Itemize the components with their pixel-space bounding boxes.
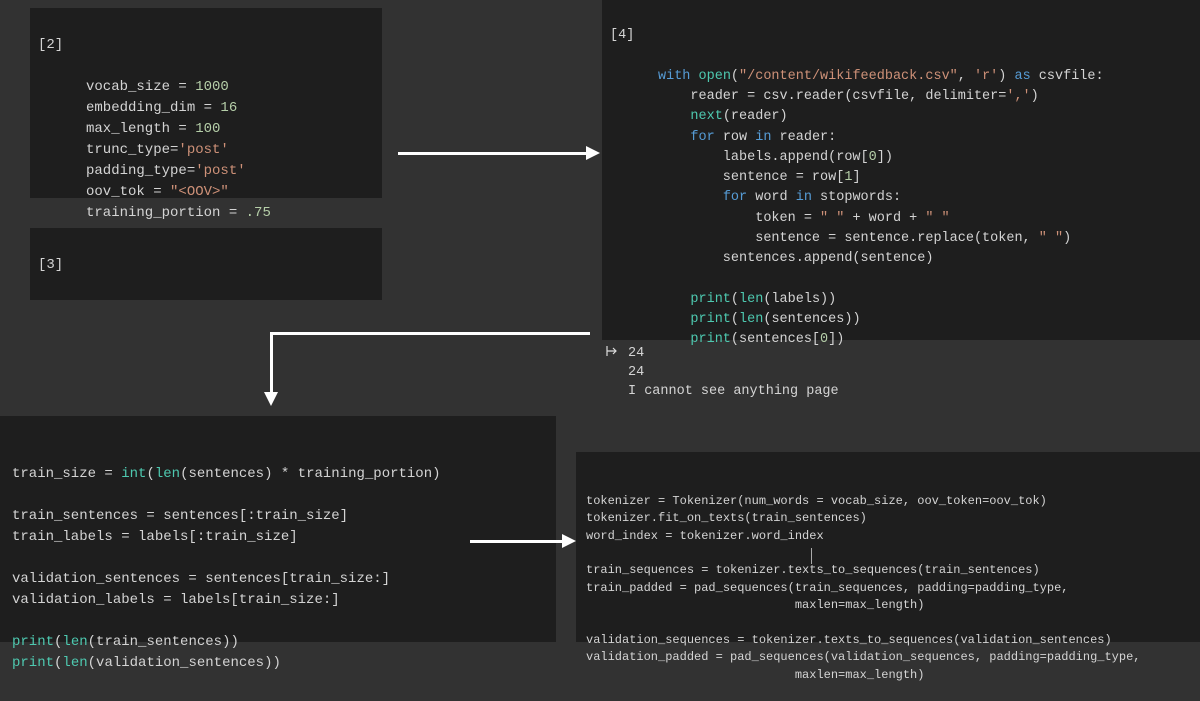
code-cell-3[interactable]: [3] sentences = []labels = []stopwords =…: [30, 228, 382, 300]
cell-output-4: 24 24 I cannot see anything page: [606, 345, 1200, 410]
text-cursor: [811, 548, 812, 564]
code-cell-train[interactable]: train_size = int(len(sentences) * traini…: [0, 416, 556, 642]
code-cell-4[interactable]: [4] with open("/content/wikifeedback.csv…: [602, 0, 1200, 340]
code-cell-2[interactable]: [2] vocab_size = 1000embedding_dim = 16m…: [30, 8, 382, 198]
output-icon: [606, 345, 620, 365]
code-body: train_size = int(len(sentences) * traini…: [12, 464, 548, 674]
code-body: sentences = []labels = []stopwords = [ "…: [86, 297, 374, 300]
cell-prompt: [3]: [38, 255, 63, 276]
code-body: with open("/content/wikifeedback.csv", '…: [658, 67, 1192, 351]
output-text: 24 24 I cannot see anything page: [628, 345, 839, 402]
cell-prompt: [2]: [38, 35, 63, 56]
cell-prompt: [4]: [610, 26, 634, 46]
code-cell-tokenizer[interactable]: tokenizer = Tokenizer(num_words = vocab_…: [576, 452, 1200, 642]
code-body: tokenizer = Tokenizer(num_words = vocab_…: [586, 493, 1192, 684]
code-body: vocab_size = 1000embedding_dim = 16max_l…: [86, 77, 374, 224]
